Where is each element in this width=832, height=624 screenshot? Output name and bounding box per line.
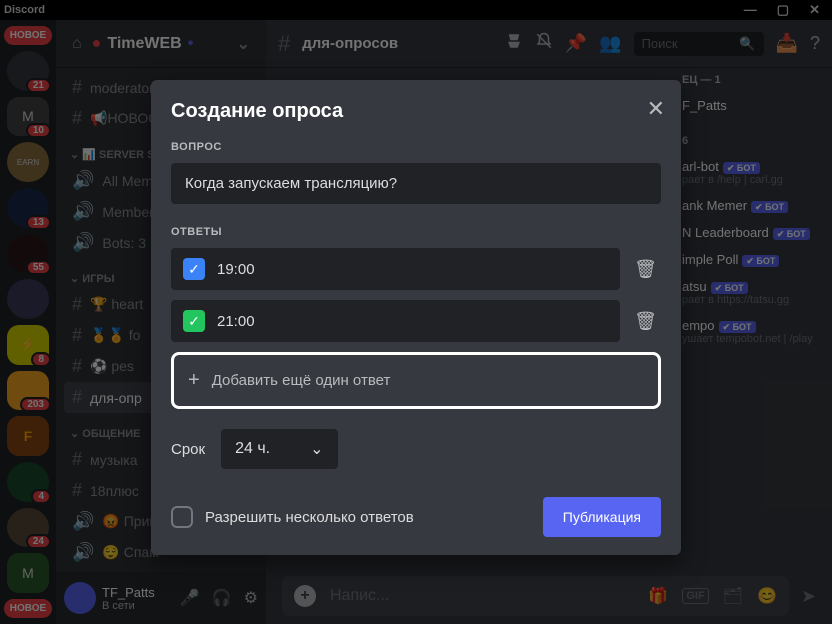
poll-modal: ✕ Создание опроса ВОПРОС ОТВЕТЫ ✓ 19:00 … (151, 80, 681, 555)
chevron-down-icon: ⌄ (310, 439, 323, 459)
answer-row: ✓ 19:00 🗑 (171, 248, 661, 290)
duration-value: 24 ч. (235, 440, 270, 458)
allow-multiple-label: Разрешить несколько ответов (205, 509, 531, 526)
close-icon[interactable]: ✕ (647, 96, 665, 122)
duration-label: Срок (171, 441, 205, 458)
allow-multiple-checkbox[interactable] (171, 506, 193, 528)
question-input[interactable] (171, 163, 661, 204)
publish-button[interactable]: Публикация (543, 497, 661, 537)
answer-text: 19:00 (217, 261, 255, 278)
plus-icon: + (188, 369, 200, 392)
modal-overlay: ✕ Создание опроса ВОПРОС ОТВЕТЫ ✓ 19:00 … (0, 0, 832, 624)
emoji-picker[interactable]: ✓ (183, 258, 205, 280)
answer-text: 21:00 (217, 313, 255, 330)
trash-icon[interactable]: 🗑 (630, 307, 661, 336)
duration-select[interactable]: 24 ч. ⌄ (221, 429, 337, 469)
modal-title: Создание опроса (171, 100, 661, 123)
answer-input[interactable]: ✓ 21:00 (171, 300, 620, 342)
add-answer-button[interactable]: + Добавить ещё один ответ (171, 352, 661, 409)
add-answer-label: Добавить ещё один ответ (212, 372, 391, 389)
emoji-picker[interactable]: ✓ (183, 310, 205, 332)
answer-input[interactable]: ✓ 19:00 (171, 248, 620, 290)
answer-row: ✓ 21:00 🗑 (171, 300, 661, 342)
trash-icon[interactable]: 🗑 (630, 255, 661, 284)
question-label: ВОПРОС (171, 141, 661, 153)
answers-label: ОТВЕТЫ (171, 226, 661, 238)
